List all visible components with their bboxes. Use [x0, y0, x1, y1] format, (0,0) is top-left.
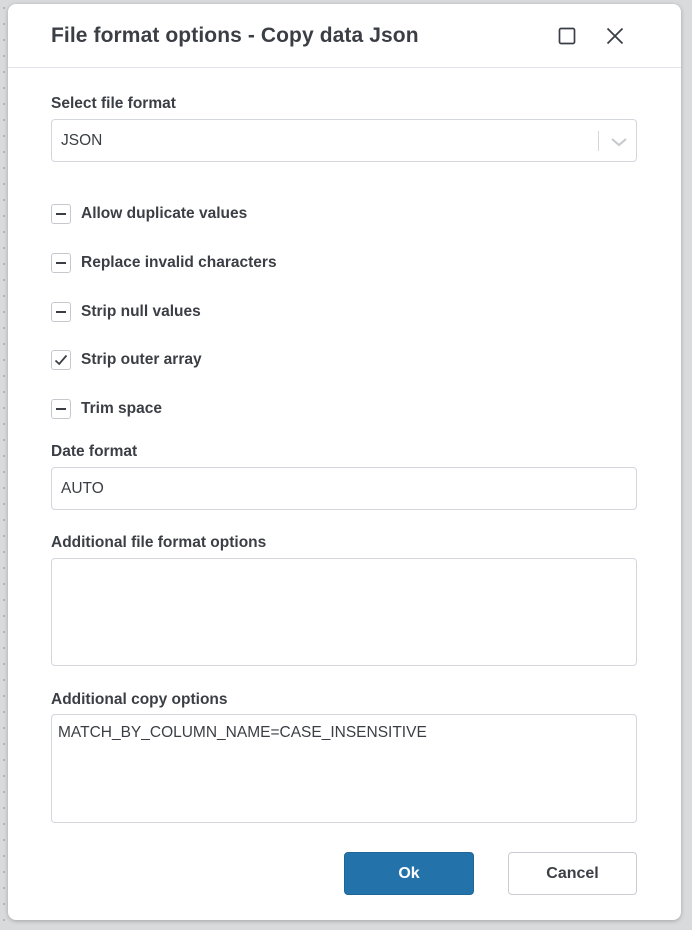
close-button[interactable]	[603, 24, 627, 48]
checkbox-label: Trim space	[81, 400, 162, 417]
checkbox-label: Replace invalid characters	[81, 254, 277, 271]
additional-copy-options-value: MATCH_BY_COLUMN_NAME=CASE_INSENSITIVE	[58, 724, 427, 741]
indeterminate-checkbox[interactable]	[51, 302, 71, 322]
maximize-icon	[558, 27, 576, 45]
minus-icon	[56, 311, 66, 313]
checkbox-label: Strip null values	[81, 303, 201, 320]
minus-icon	[56, 213, 66, 215]
minus-icon	[56, 408, 66, 410]
additional-file-format-options-textarea[interactable]	[51, 558, 637, 666]
checkbox-strip-outer-array[interactable]: Strip outer array	[51, 350, 351, 372]
checkbox-label: Allow duplicate values	[81, 205, 248, 222]
select-divider	[598, 131, 599, 151]
checkbox-allow-duplicate-values[interactable]: Allow duplicate values	[51, 204, 351, 226]
maximize-button[interactable]	[555, 24, 579, 48]
date-format-value: AUTO	[61, 480, 104, 497]
close-icon	[606, 27, 624, 45]
indeterminate-checkbox[interactable]	[51, 253, 71, 273]
additional-copy-options-textarea[interactable]: MATCH_BY_COLUMN_NAME=CASE_INSENSITIVE	[51, 714, 637, 823]
checkmark-icon	[54, 354, 68, 366]
minus-icon	[56, 262, 66, 264]
date-format-label: Date format	[51, 443, 138, 460]
checked-checkbox[interactable]	[51, 350, 71, 370]
additional-file-format-options-label: Additional file format options	[51, 534, 267, 551]
indeterminate-checkbox[interactable]	[51, 204, 71, 224]
checkbox-replace-invalid-characters[interactable]: Replace invalid characters	[51, 253, 351, 275]
file-format-select[interactable]: JSON	[51, 119, 637, 162]
checkbox-label: Strip outer array	[81, 351, 202, 368]
background-backdrop	[0, 0, 8, 930]
file-format-options-dialog: File format options - Copy data Json Sel…	[8, 4, 681, 920]
checkbox-trim-space[interactable]: Trim space	[51, 399, 351, 421]
dialog-header: File format options - Copy data Json	[8, 4, 681, 68]
date-format-input[interactable]: AUTO	[51, 467, 637, 510]
dialog-title: File format options - Copy data Json	[51, 24, 419, 47]
select-file-format-label: Select file format	[51, 95, 176, 112]
checkbox-strip-null-values[interactable]: Strip null values	[51, 302, 351, 324]
additional-copy-options-label: Additional copy options	[51, 691, 228, 708]
cancel-button[interactable]: Cancel	[508, 852, 637, 895]
file-format-selected-value: JSON	[61, 132, 103, 149]
ok-button[interactable]: Ok	[344, 852, 474, 895]
indeterminate-checkbox[interactable]	[51, 399, 71, 419]
chevron-down-icon	[611, 138, 627, 147]
